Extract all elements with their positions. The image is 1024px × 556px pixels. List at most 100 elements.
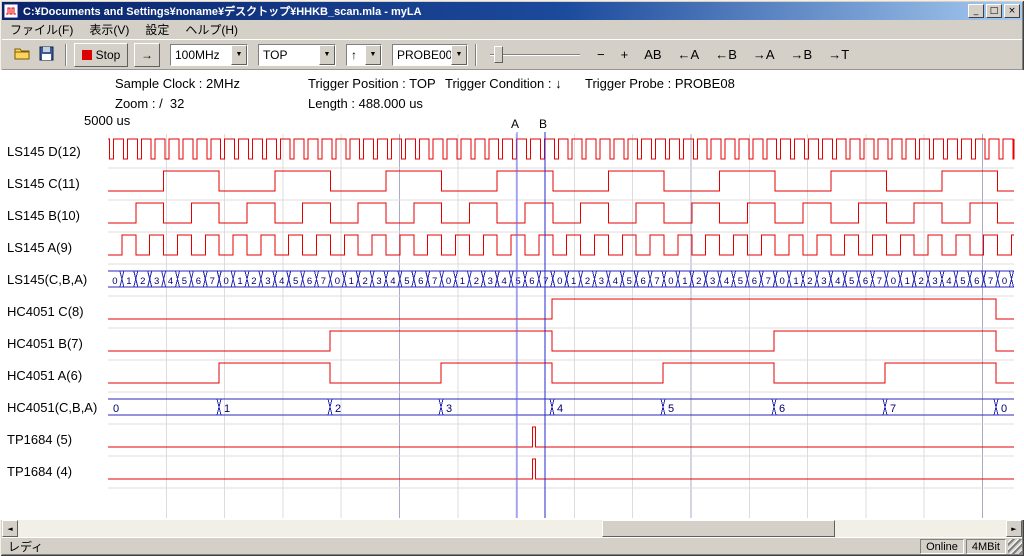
minimize-button[interactable]: _ [968,4,984,18]
svg-text:5: 5 [627,276,632,287]
menubar: ファイル(F) 表示(V) 設定 ヘルプ(H) [2,20,1022,39]
scroll-left-icon[interactable]: ◄ [2,520,18,537]
svg-text:4: 4 [390,276,395,287]
svg-text:4: 4 [557,403,563,415]
svg-text:1: 1 [571,276,576,287]
waveform-svg[interactable]: 0123456701234567012345670123456701234567… [0,130,1024,520]
svg-text:5: 5 [668,403,674,415]
move-a-right-button[interactable]: →A [748,45,780,64]
info-trigger-position: Trigger Position : TOP [308,76,436,91]
trigger-position-value: TOP [259,45,319,65]
svg-text:4: 4 [613,276,618,287]
titlebar: C:¥Documents and Settings¥noname¥デスクトップ¥… [2,2,1022,20]
svg-text:1: 1 [905,276,910,287]
info-trigger-probe: Trigger Probe : PROBE08 [585,76,735,91]
window-title: C:¥Documents and Settings¥noname¥デスクトップ¥… [23,3,966,19]
probe-select[interactable]: PROBE00 ▼ [392,44,468,66]
menu-help[interactable]: ヘルプ(H) [177,20,246,39]
svg-text:7: 7 [890,403,896,415]
save-icon [39,46,54,64]
zoom-in-button[interactable]: + [616,45,634,64]
svg-text:6: 6 [418,276,423,287]
app-window: C:¥Documents and Settings¥noname¥デスクトップ¥… [0,0,1024,556]
cursor-a-label[interactable]: A [511,117,519,131]
waveform-area: Sample Clock : 2MHz Trigger Position : T… [0,70,1024,520]
move-b-left-button[interactable]: ←B [710,45,742,64]
scrollbar-thumb[interactable] [602,520,835,537]
svg-text:5: 5 [738,276,743,287]
svg-text:5: 5 [293,276,298,287]
statusbar: レディ Online 4MBit [2,537,1022,554]
trigger-edge-select[interactable]: ↑ ▼ [346,44,382,66]
svg-text:2: 2 [335,403,341,415]
svg-text:4: 4 [724,276,729,287]
svg-text:7: 7 [766,276,771,287]
svg-text:6: 6 [974,276,979,287]
status-memory-badge: 4MBit [966,539,1006,554]
svg-text:7: 7 [321,276,326,287]
svg-text:2: 2 [585,276,590,287]
maximize-button[interactable]: □ [986,4,1002,18]
svg-text:3: 3 [446,403,452,415]
clock-rate-value: 100MHz [171,45,231,65]
svg-text:6: 6 [779,403,785,415]
svg-text:0: 0 [113,403,119,415]
svg-text:6: 6 [307,276,312,287]
svg-text:0: 0 [224,276,229,287]
probe-value: PROBE00 [393,45,451,65]
toolbar: Stop → 100MHz ▼ TOP ▼ ↑ ▼ PROBE00 ▼ − + … [2,39,1022,70]
svg-text:7: 7 [877,276,882,287]
svg-text:0: 0 [446,276,451,287]
svg-text:4: 4 [168,276,173,287]
dropdown-arrow-icon[interactable]: ▼ [451,45,467,65]
run-button[interactable]: → [134,43,160,67]
close-button[interactable]: × [1004,4,1020,18]
info-trigger-condition: Trigger Condition : ↓ [445,76,562,91]
run-arrow-icon: → [141,48,153,62]
svg-text:1: 1 [237,276,242,287]
svg-text:0: 0 [780,276,785,287]
trigger-position-select[interactable]: TOP ▼ [258,44,336,66]
svg-text:5: 5 [849,276,854,287]
dropdown-arrow-icon[interactable]: ▼ [365,45,381,65]
zoom-slider-track [490,54,580,56]
svg-text:6: 6 [641,276,646,287]
svg-text:7: 7 [654,276,659,287]
zoom-out-button[interactable]: − [592,45,610,64]
svg-text:0: 0 [112,276,117,287]
cursor-b-label[interactable]: B [539,117,547,131]
svg-text:2: 2 [251,276,256,287]
svg-text:4: 4 [502,276,507,287]
svg-text:3: 3 [821,276,826,287]
svg-text:7: 7 [543,276,548,287]
dropdown-arrow-icon[interactable]: ▼ [319,45,335,65]
status-online-badge: Online [920,539,964,554]
move-b-right-button[interactable]: →B [786,45,818,64]
goto-trigger-button[interactable]: →T [823,45,854,64]
svg-text:5: 5 [515,276,520,287]
zoom-slider-thumb[interactable] [494,46,503,63]
save-button[interactable] [34,44,58,66]
horizontal-scrollbar[interactable]: ◄ ► [2,520,1022,537]
ab-span-button[interactable]: AB [639,45,666,64]
open-file-button[interactable] [10,44,34,66]
stop-label: Stop [96,48,121,62]
move-a-left-button[interactable]: ←A [673,45,705,64]
menu-view[interactable]: 表示(V) [81,20,137,39]
clock-rate-select[interactable]: 100MHz ▼ [170,44,248,66]
menu-settings[interactable]: 設定 [137,20,177,39]
toolbar-separator [475,44,477,66]
app-icon [4,4,20,18]
svg-text:6: 6 [752,276,757,287]
svg-text:7: 7 [432,276,437,287]
menu-file[interactable]: ファイル(F) [2,20,81,39]
stop-button[interactable]: Stop [74,43,128,67]
svg-text:0: 0 [335,276,340,287]
svg-text:3: 3 [710,276,715,287]
dropdown-arrow-icon[interactable]: ▼ [231,45,247,65]
scroll-right-icon[interactable]: ► [1006,520,1022,537]
zoom-slider[interactable] [488,44,582,66]
resize-grip-icon[interactable] [1008,539,1022,554]
svg-text:3: 3 [376,276,381,287]
svg-text:3: 3 [488,276,493,287]
